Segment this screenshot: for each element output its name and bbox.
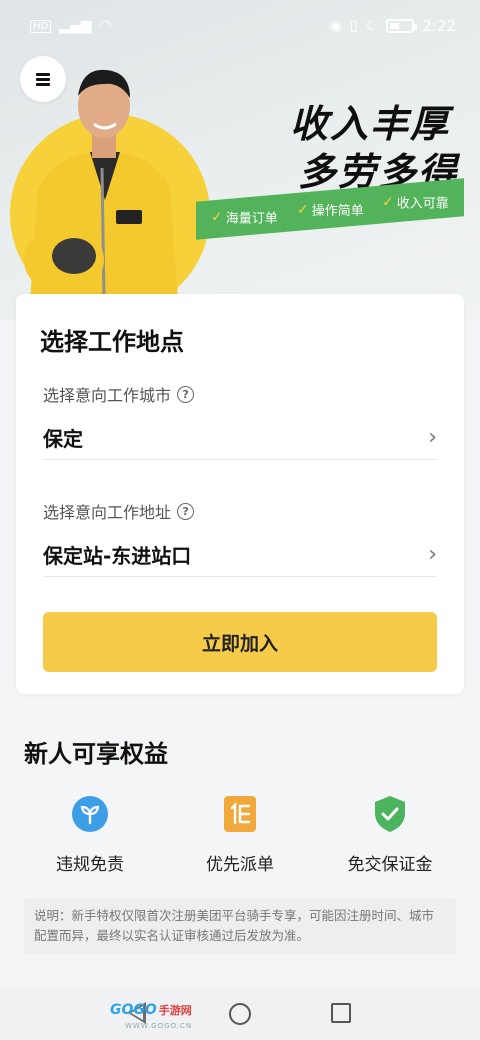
check-icon: ✓ <box>296 201 309 218</box>
benefit-label: 违规免责 <box>56 855 124 875</box>
city-label: 选择意向工作城市 ? <box>43 382 195 406</box>
benefit-label: 优先派单 <box>206 855 274 875</box>
work-location-card: 选择工作地点 选择意向工作城市 ? 保定 › 选择意向工作地址 ? 保定站-东进… <box>16 294 464 694</box>
watermark-url: WWW.GOGO.CN <box>125 1022 193 1030</box>
city-select[interactable]: 保定 › <box>43 416 437 460</box>
menu-icon <box>36 73 50 86</box>
address-label: 选择意向工作地址 ? <box>43 499 195 523</box>
feature-label: 操作简单 <box>311 203 364 219</box>
benefit-item: 免交保证金 <box>320 796 460 875</box>
status-bar: HD ▂▄▆ ◠ ◉ ▯ ☾ 2:22 <box>0 0 480 52</box>
address-label-text: 选择意向工作地址 <box>43 503 172 522</box>
feature-item: ✓ 操作简单 <box>297 200 364 219</box>
address-select[interactable]: 保定站-东进站口 › <box>43 533 437 577</box>
feature-item: ✓ 收入可靠 <box>381 192 449 212</box>
city-label-text: 选择意向工作城市 <box>43 386 172 405</box>
menu-button[interactable] <box>20 56 66 102</box>
help-icon[interactable]: ? <box>177 502 195 520</box>
shield-check-icon <box>372 796 408 832</box>
chevron-right-icon: › <box>428 542 437 567</box>
hd-indicator: HD <box>30 19 52 33</box>
check-icon: ✓ <box>211 208 224 225</box>
address-value: 保定站-东进站口 <box>43 544 192 568</box>
watermark-logo: GOGO 手游网 <box>110 1002 192 1018</box>
help-icon[interactable]: ? <box>177 385 195 403</box>
city-value: 保定 <box>43 427 83 451</box>
note-text: 说明：新手特权仅限首次注册美团平台骑手专享，可能因注册时间、城市配置而异，最终以… <box>24 898 456 954</box>
chevron-right-icon: › <box>428 425 437 450</box>
check-icon: ✓ <box>381 193 394 210</box>
sprout-icon <box>72 796 108 832</box>
benefit-item: 优先派单 <box>170 796 310 875</box>
watermark-brand-cn: 手游网 <box>158 1004 192 1017</box>
feature-item: ✓ 海量订单 <box>211 207 278 226</box>
recent-apps-icon[interactable] <box>331 1003 351 1023</box>
benefit-label: 免交保证金 <box>347 855 433 875</box>
watermark-brand: GOGO <box>110 1002 157 1018</box>
battery-icon <box>386 19 418 33</box>
eye-icon: ◉ <box>329 18 343 34</box>
status-time: 2:22 <box>422 17 456 35</box>
feature-label: 海量订单 <box>226 210 279 226</box>
system-nav-bar <box>0 988 480 1040</box>
feature-label: 收入可靠 <box>396 196 449 212</box>
moon-icon: ☾ <box>365 18 379 34</box>
priority-list-icon <box>222 796 258 832</box>
join-now-button[interactable]: 立即加入 <box>43 612 437 672</box>
slogan-line-1: 收入丰厚 <box>289 102 450 146</box>
card-title: 选择工作地点 <box>40 328 184 356</box>
benefits-title: 新人可享权益 <box>24 740 168 768</box>
benefit-item: 违规免责 <box>20 796 160 875</box>
wifi-icon: ◠ <box>99 18 112 34</box>
signal-icon: ▂▄▆ <box>59 18 92 34</box>
home-icon[interactable] <box>229 1003 251 1025</box>
vibrate-icon: ▯ <box>350 18 358 34</box>
